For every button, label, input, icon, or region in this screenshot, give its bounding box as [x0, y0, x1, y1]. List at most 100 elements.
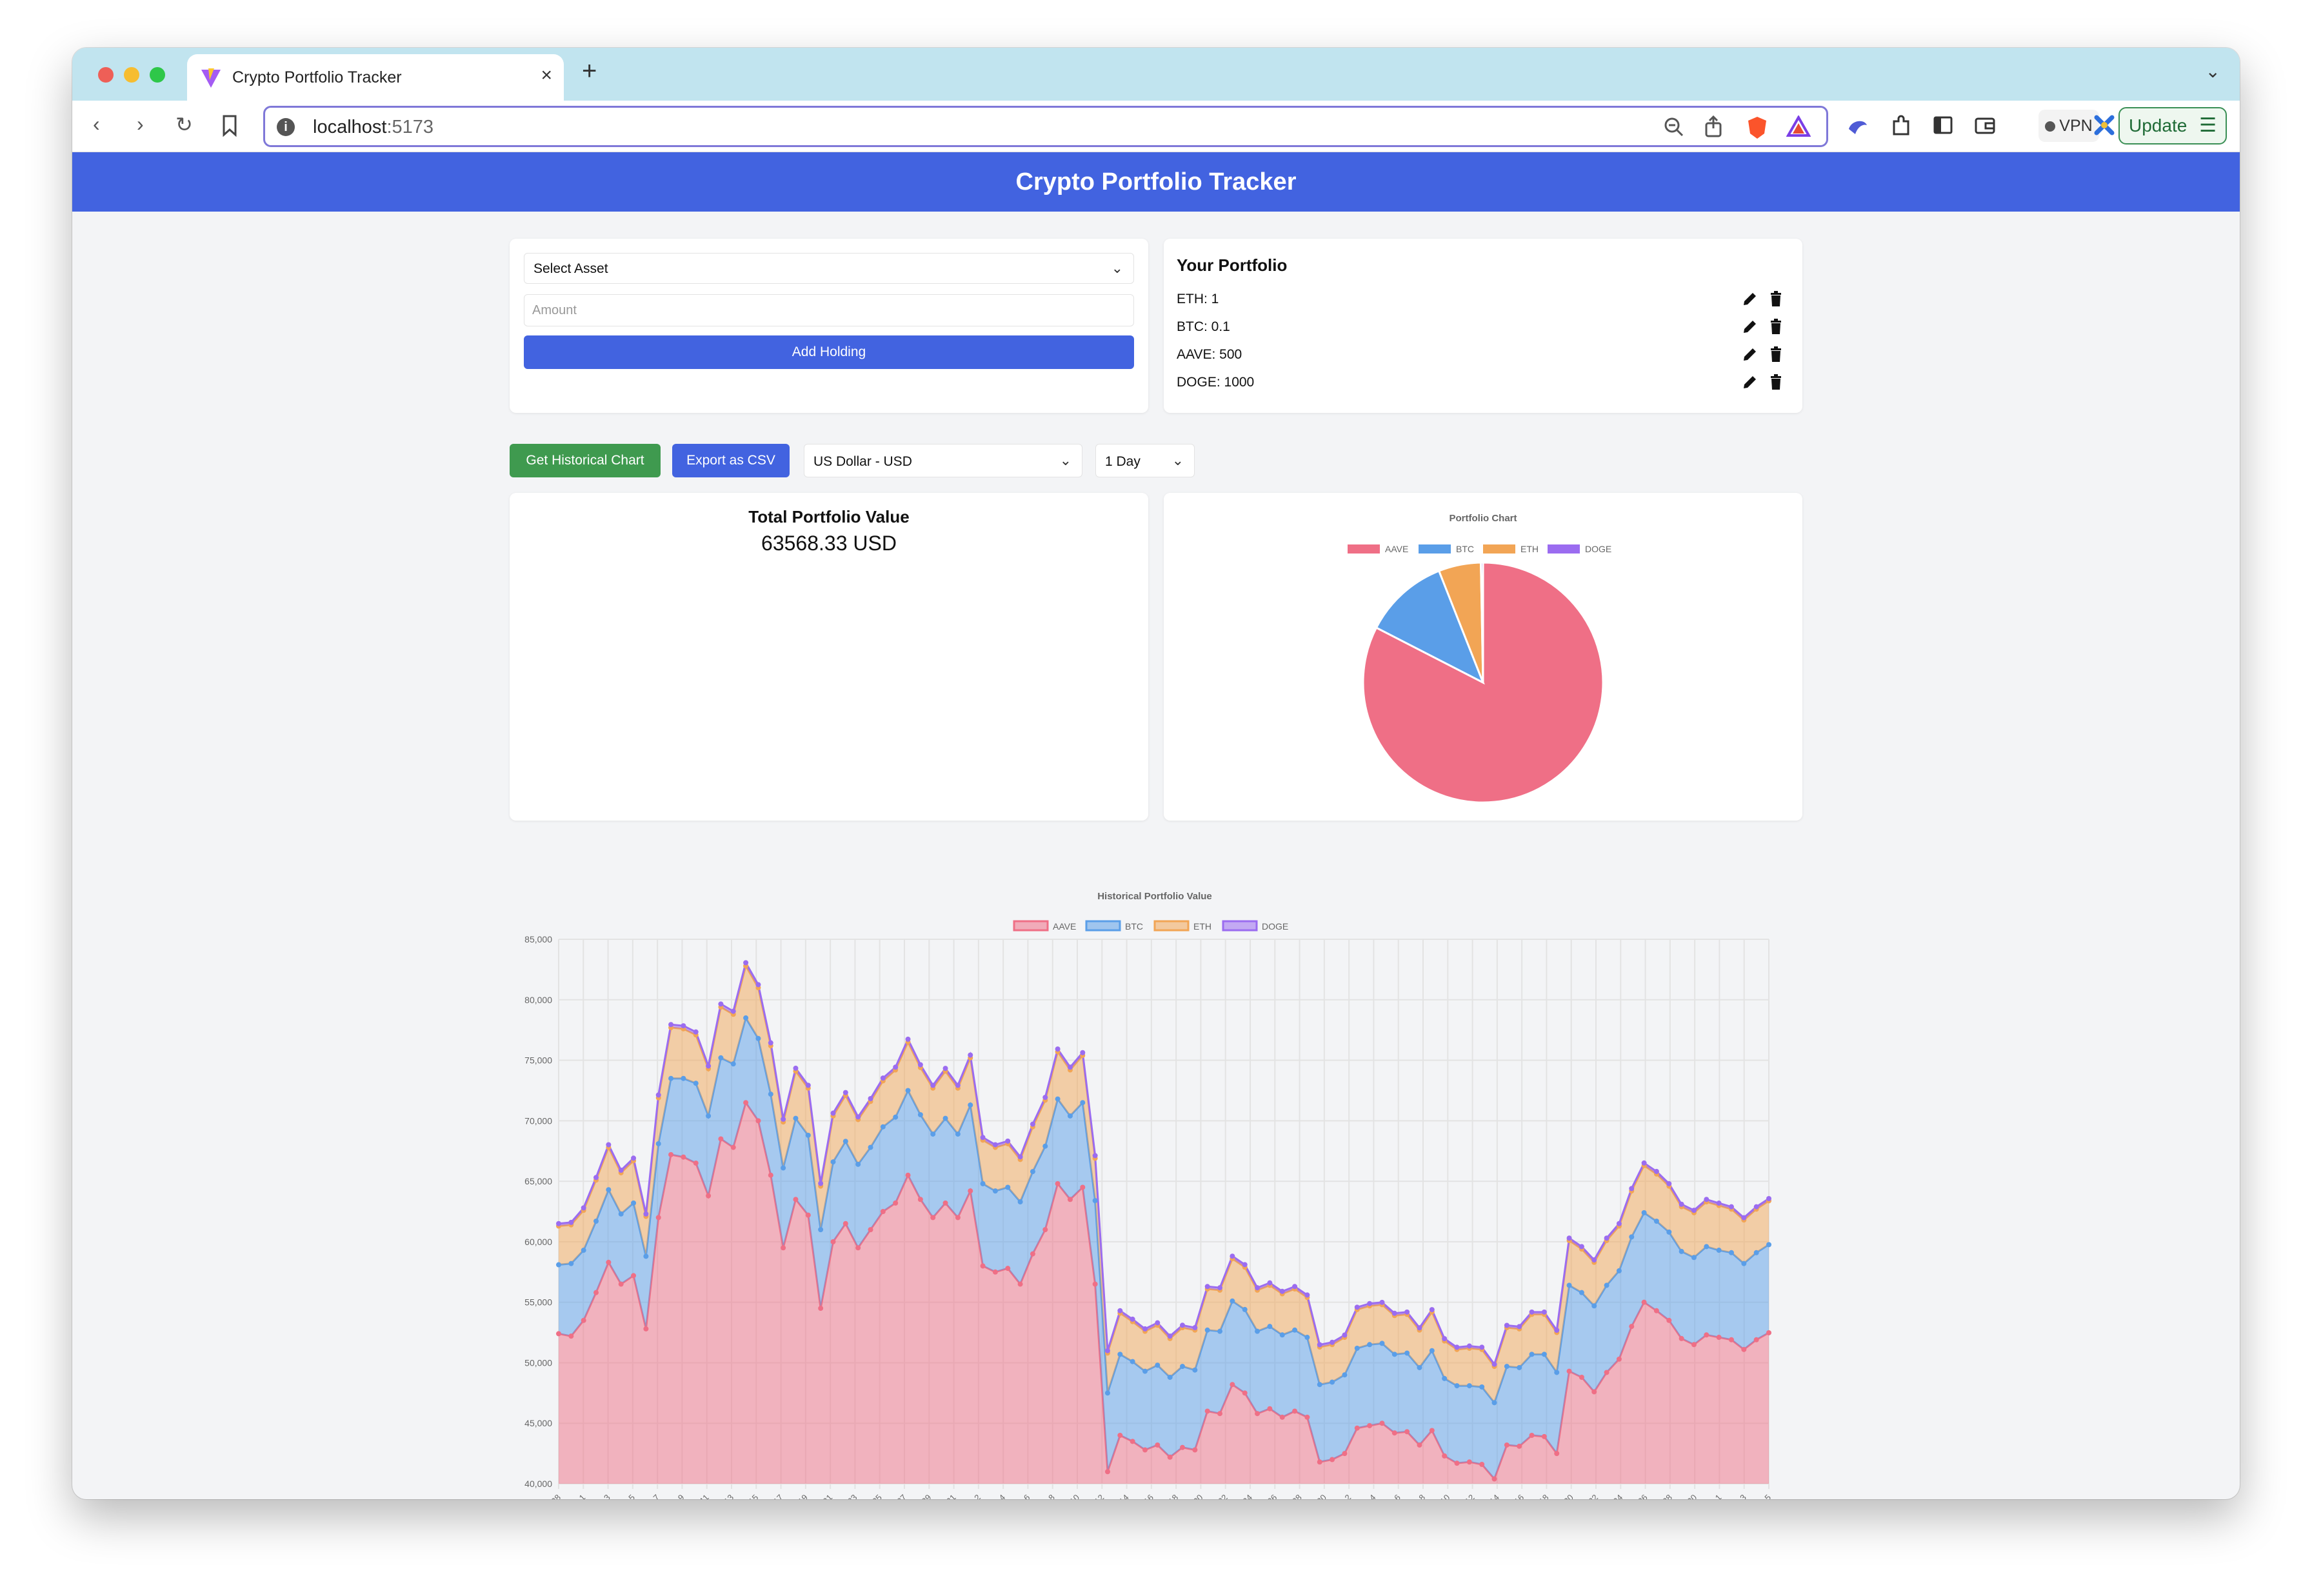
point-doge[interactable]: [1753, 1204, 1759, 1210]
point-btc[interactable]: [1230, 1298, 1235, 1304]
point-btc[interactable]: [1080, 1100, 1086, 1106]
point-btc[interactable]: [1142, 1368, 1148, 1374]
new-tab-icon[interactable]: +: [582, 57, 597, 86]
point-doge[interactable]: [606, 1142, 612, 1148]
point-aave[interactable]: [1342, 1451, 1348, 1457]
point-doge[interactable]: [1466, 1343, 1472, 1349]
point-aave[interactable]: [905, 1172, 911, 1178]
point-doge[interactable]: [1354, 1304, 1360, 1310]
update-button[interactable]: Update ☰: [2118, 107, 2227, 145]
point-doge[interactable]: [755, 982, 761, 988]
brave-shield-icon[interactable]: [1746, 115, 1768, 140]
point-btc[interactable]: [568, 1261, 574, 1266]
export-csv-button[interactable]: Export as CSV: [672, 444, 790, 477]
point-btc[interactable]: [668, 1075, 674, 1081]
point-aave[interactable]: [593, 1290, 599, 1295]
point-btc[interactable]: [781, 1165, 786, 1171]
point-aave[interactable]: [755, 1118, 761, 1124]
point-aave[interactable]: [743, 1100, 749, 1106]
point-aave[interactable]: [1155, 1442, 1161, 1448]
browser-tab[interactable]: Crypto Portfolio Tracker ×: [187, 54, 564, 101]
point-aave[interactable]: [1005, 1266, 1011, 1272]
point-doge[interactable]: [556, 1221, 561, 1226]
point-aave[interactable]: [606, 1259, 612, 1265]
point-aave[interactable]: [730, 1144, 736, 1150]
point-btc[interactable]: [743, 1015, 749, 1021]
close-window-button[interactable]: [98, 67, 114, 83]
add-holding-button[interactable]: Add Holding: [524, 335, 1134, 369]
point-doge[interactable]: [805, 1082, 811, 1088]
legend-swatch-aave[interactable]: [1013, 920, 1049, 932]
legend-swatch-btc[interactable]: [1085, 920, 1121, 932]
point-btc[interactable]: [1104, 1390, 1110, 1396]
point-doge[interactable]: [868, 1096, 873, 1102]
point-doge[interactable]: [1104, 1348, 1110, 1353]
point-btc[interactable]: [880, 1124, 886, 1130]
point-doge[interactable]: [968, 1052, 973, 1058]
point-btc[interactable]: [1092, 1198, 1098, 1204]
brave-rewards-icon[interactable]: [1786, 115, 1811, 137]
point-btc[interactable]: [1042, 1143, 1048, 1149]
point-btc[interactable]: [1666, 1229, 1672, 1235]
point-btc[interactable]: [618, 1211, 624, 1217]
point-doge[interactable]: [1017, 1154, 1023, 1160]
point-doge[interactable]: [1679, 1201, 1684, 1207]
leo-ai-icon[interactable]: [1846, 115, 1869, 138]
point-doge[interactable]: [1629, 1186, 1635, 1192]
amount-input[interactable]: Amount: [524, 294, 1134, 326]
point-doge[interactable]: [830, 1110, 836, 1116]
point-btc[interactable]: [1204, 1327, 1210, 1333]
legend-swatch-eth[interactable]: [1483, 544, 1515, 554]
point-aave[interactable]: [830, 1239, 836, 1244]
point-btc[interactable]: [1217, 1328, 1223, 1334]
point-btc[interactable]: [805, 1132, 811, 1138]
point-doge[interactable]: [1130, 1316, 1135, 1322]
point-btc[interactable]: [893, 1114, 899, 1120]
point-doge[interactable]: [1491, 1361, 1497, 1367]
point-aave[interactable]: [1741, 1346, 1747, 1352]
point-btc[interactable]: [1691, 1255, 1697, 1261]
point-doge[interactable]: [893, 1064, 899, 1070]
point-btc[interactable]: [1442, 1375, 1448, 1381]
point-aave[interactable]: [1255, 1411, 1261, 1417]
point-doge[interactable]: [743, 960, 749, 966]
point-btc[interactable]: [681, 1075, 686, 1081]
point-doge[interactable]: [1342, 1332, 1348, 1338]
point-aave[interactable]: [1042, 1227, 1048, 1233]
point-aave[interactable]: [706, 1193, 712, 1199]
point-btc[interactable]: [1454, 1383, 1460, 1389]
point-btc[interactable]: [1317, 1382, 1322, 1388]
point-btc[interactable]: [1367, 1342, 1373, 1348]
point-doge[interactable]: [1417, 1325, 1422, 1331]
point-aave[interactable]: [1267, 1406, 1273, 1411]
point-aave[interactable]: [1204, 1408, 1210, 1414]
point-doge[interactable]: [1379, 1299, 1385, 1305]
trash-icon[interactable]: [1768, 374, 1784, 390]
point-btc[interactable]: [693, 1081, 699, 1086]
point-btc[interactable]: [1391, 1352, 1397, 1357]
currency-select[interactable]: US Dollar - USD ⌄: [804, 444, 1082, 477]
point-doge[interactable]: [1604, 1235, 1609, 1241]
point-btc[interactable]: [1304, 1335, 1310, 1341]
interval-select[interactable]: 1 Day ⌄: [1095, 444, 1195, 477]
point-btc[interactable]: [1491, 1400, 1497, 1406]
point-doge[interactable]: [917, 1062, 923, 1068]
edit-icon[interactable]: [1742, 290, 1759, 307]
point-doge[interactable]: [1517, 1324, 1522, 1330]
point-btc[interactable]: [1566, 1282, 1572, 1288]
point-doge[interactable]: [768, 1040, 773, 1046]
point-btc[interactable]: [1030, 1169, 1035, 1175]
point-btc[interactable]: [755, 1035, 761, 1041]
vpn-button[interactable]: VPN: [2038, 110, 2099, 142]
point-aave[interactable]: [1304, 1414, 1310, 1420]
point-btc[interactable]: [1379, 1341, 1385, 1346]
point-btc[interactable]: [1117, 1352, 1123, 1357]
point-aave[interactable]: [880, 1209, 886, 1214]
point-btc[interactable]: [706, 1113, 712, 1119]
point-aave[interactable]: [1379, 1421, 1385, 1426]
point-aave[interactable]: [1466, 1459, 1472, 1465]
point-aave[interactable]: [818, 1306, 824, 1312]
point-btc[interactable]: [1554, 1370, 1560, 1375]
share-icon[interactable]: [1704, 115, 1723, 137]
point-aave[interactable]: [842, 1221, 848, 1226]
